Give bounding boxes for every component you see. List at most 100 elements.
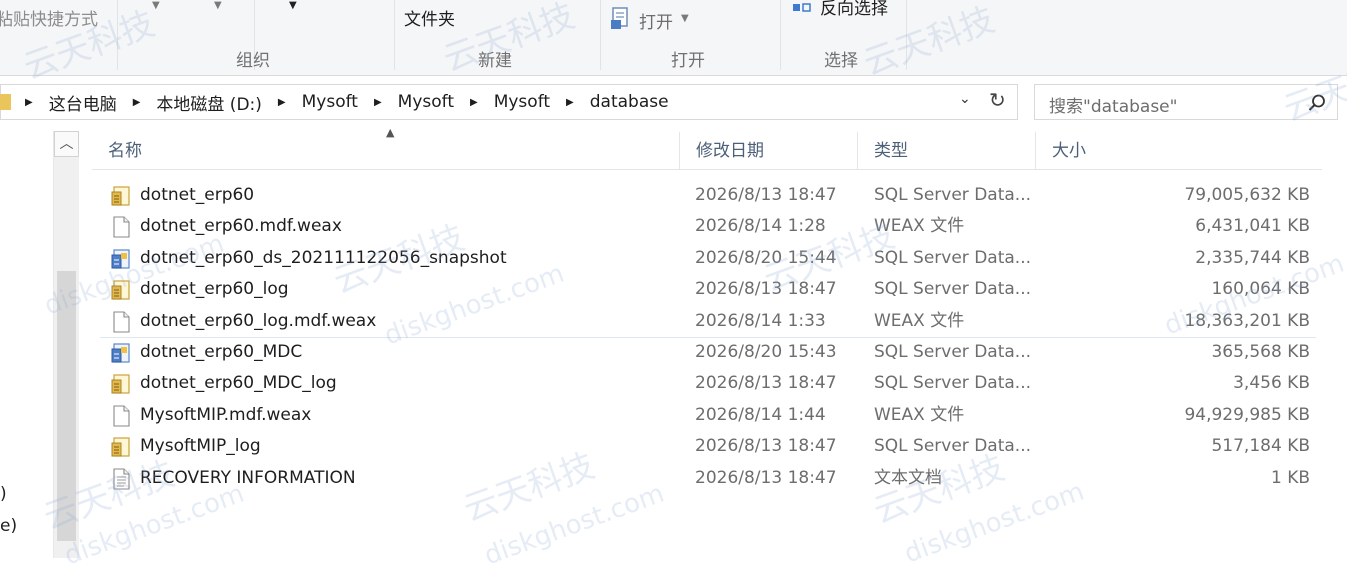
chevron-right-icon[interactable]: ▶: [25, 97, 33, 108]
ribbon-divider: [600, 0, 601, 70]
chevron-down-icon[interactable]: ▼: [214, 0, 222, 11]
file-size: 2,335,744 KB: [1195, 247, 1310, 268]
file-name: dotnet_erp60_ds_202111122056_snapshot: [140, 247, 507, 268]
file-modified-date: 2026/8/14 1:33: [695, 310, 826, 331]
file-modified-date: 2026/8/13 18:47: [695, 373, 837, 394]
file-row[interactable]: dotnet_erp60.mdf.weax 2026/8/14 1:28 WEAX …: [92, 211, 1322, 242]
ribbon-divider: [394, 0, 395, 70]
file-size: 365,568 KB: [1211, 342, 1310, 362]
column-header-row: ▲ 名称 修改日期 类型 大小: [92, 126, 1322, 170]
file-row[interactable]: dotnet_erp60_ds_202111122056_snapshot 202…: [92, 243, 1322, 274]
text-document-icon: [113, 468, 130, 490]
new-folder-button[interactable]: 文件夹: [404, 5, 455, 30]
file-modified-date: 2026/8/13 18:47: [695, 185, 837, 205]
blank-file-icon: [113, 405, 130, 427]
blank-file-icon: [113, 216, 130, 238]
group-label-select: 选择: [824, 51, 858, 71]
chevron-down-icon[interactable]: ▼: [681, 13, 689, 24]
breadcrumb-mysoft-1[interactable]: Mysoft: [302, 92, 358, 112]
file-type: SQL Server Data...: [874, 279, 1032, 300]
file-row[interactable]: MysoftMIP.mdf.weax 2026/8/14 1:44 WEAX 文件 9…: [92, 400, 1322, 431]
scroll-up-icon[interactable]: ︿: [54, 131, 79, 157]
file-name: dotnet_erp60: [140, 185, 255, 205]
file-modified-date: 2026/8/20 15:44: [695, 247, 837, 268]
file-row[interactable]: dotnet_erp60_MDC_log 2026/8/13 18:47 SQL S…: [92, 368, 1322, 399]
nav-scrollbar[interactable]: ︿: [53, 131, 79, 558]
file-name: RECOVERY INFORMATION: [140, 467, 356, 488]
column-header-modified[interactable]: 修改日期: [680, 132, 858, 170]
file-modified-date: 2026/8/13 18:47: [695, 279, 837, 300]
group-label-organize: 组织: [236, 51, 270, 71]
blank-file-icon: [113, 311, 130, 333]
chevron-down-icon[interactable]: ⌄: [959, 91, 971, 107]
file-modified-date: 2026/8/13 18:47: [695, 467, 837, 488]
chevron-right-icon[interactable]: ▶: [470, 97, 478, 108]
file-row[interactable]: RECOVERY INFORMATION 2026/8/13 18:47 文本文档 1…: [92, 463, 1322, 494]
invert-selection-button[interactable]: 反向选择: [820, 0, 888, 19]
chevron-right-icon[interactable]: ▶: [133, 97, 141, 108]
sql-snapshot-icon: [111, 249, 130, 269]
chevron-right-icon[interactable]: ▶: [374, 97, 382, 108]
search-input[interactable]: 搜索"database": [1049, 92, 1177, 117]
refresh-icon[interactable]: ↻: [989, 88, 1006, 112]
group-label-new: 新建: [478, 51, 512, 71]
file-size: 160,064 KB: [1211, 279, 1310, 300]
file-size: 3,456 KB: [1233, 373, 1310, 394]
file-type: WEAX 文件: [874, 404, 965, 425]
invert-selection-icon[interactable]: [791, 0, 815, 16]
ribbon-divider: [906, 0, 907, 70]
column-header-type[interactable]: 类型: [858, 132, 1036, 170]
file-modified-date: 2026/8/14 1:28: [695, 216, 826, 237]
open-button[interactable]: 打开: [639, 8, 673, 33]
chevron-right-icon[interactable]: ▶: [278, 97, 286, 108]
file-row[interactable]: dotnet_erp60_log.mdf.weax 2026/8/14 1:33 W…: [92, 306, 1322, 337]
nav-item-partial[interactable]: e): [0, 516, 17, 536]
ribbon-divider: [117, 0, 118, 70]
chevron-down-icon[interactable]: ▼: [289, 0, 297, 11]
nav-item-partial[interactable]: ): [0, 484, 7, 504]
scrollbar-thumb[interactable]: [57, 271, 76, 541]
file-modified-date: 2026/8/13 18:47: [695, 436, 837, 457]
search-box[interactable]: 搜索"database": [1034, 84, 1338, 120]
paste-shortcut-button[interactable]: 粘贴快捷方式: [0, 5, 98, 30]
file-type: SQL Server Data...: [874, 247, 1032, 268]
breadcrumb-this-pc[interactable]: 这台电脑: [49, 90, 117, 115]
file-name: dotnet_erp60_MDC: [140, 342, 303, 362]
file-type: WEAX 文件: [874, 310, 965, 331]
breadcrumb-database[interactable]: database: [590, 92, 669, 112]
file-row[interactable]: dotnet_erp60_MDC 2026/8/20 15:43 SQL Serve…: [92, 337, 1322, 368]
file-row[interactable]: dotnet_erp60_log 2026/8/13 18:47 SQL Serve…: [92, 274, 1322, 305]
file-row[interactable]: MysoftMIP_log 2026/8/13 18:47 SQL Server D…: [92, 431, 1322, 462]
file-type: SQL Server Data...: [874, 436, 1032, 457]
row-divider: [100, 337, 1316, 338]
breadcrumb: ▶ 这台电脑 ▶ 本地磁盘 (D:) ▶ Mysoft ▶ Mysoft ▶ M…: [0, 85, 669, 119]
chevron-down-icon[interactable]: ▼: [152, 0, 160, 11]
search-icon[interactable]: [1307, 93, 1327, 113]
sql-snapshot-icon: [111, 343, 130, 363]
sql-data-icon: [111, 186, 130, 206]
file-modified-date: 2026/8/20 15:43: [695, 342, 837, 362]
column-header-size[interactable]: 大小: [1036, 132, 1322, 170]
chevron-right-icon[interactable]: ▶: [566, 97, 574, 108]
group-label-open: 打开: [671, 51, 705, 71]
column-header-name[interactable]: 名称: [92, 132, 680, 170]
breadcrumb-local-disk-d[interactable]: 本地磁盘 (D:): [156, 90, 262, 115]
file-modified-date: 2026/8/14 1:44: [695, 404, 826, 425]
sql-data-icon: [111, 280, 130, 300]
file-row[interactable]: dotnet_erp60 2026/8/13 18:47 SQL Server Da…: [92, 180, 1322, 211]
breadcrumb-mysoft-2[interactable]: Mysoft: [398, 92, 454, 112]
file-type: SQL Server Data...: [874, 342, 1032, 362]
file-size: 18,363,201 KB: [1184, 310, 1310, 331]
file-size: 1 KB: [1270, 467, 1310, 488]
breadcrumb-mysoft-3[interactable]: Mysoft: [494, 92, 550, 112]
file-type: 文本文档: [874, 467, 942, 488]
file-size: 6,431,041 KB: [1195, 216, 1310, 237]
sql-data-icon: [111, 374, 130, 394]
sql-data-icon: [111, 437, 130, 457]
file-name: dotnet_erp60_MDC_log: [140, 373, 337, 394]
file-size: 79,005,632 KB: [1184, 185, 1310, 205]
file-name: dotnet_erp60_log.mdf.weax: [140, 310, 377, 331]
open-icon[interactable]: [610, 6, 632, 30]
file-type: WEAX 文件: [874, 216, 965, 237]
address-bar[interactable]: ▶ 这台电脑 ▶ 本地磁盘 (D:) ▶ Mysoft ▶ Mysoft ▶ M…: [0, 84, 1018, 120]
